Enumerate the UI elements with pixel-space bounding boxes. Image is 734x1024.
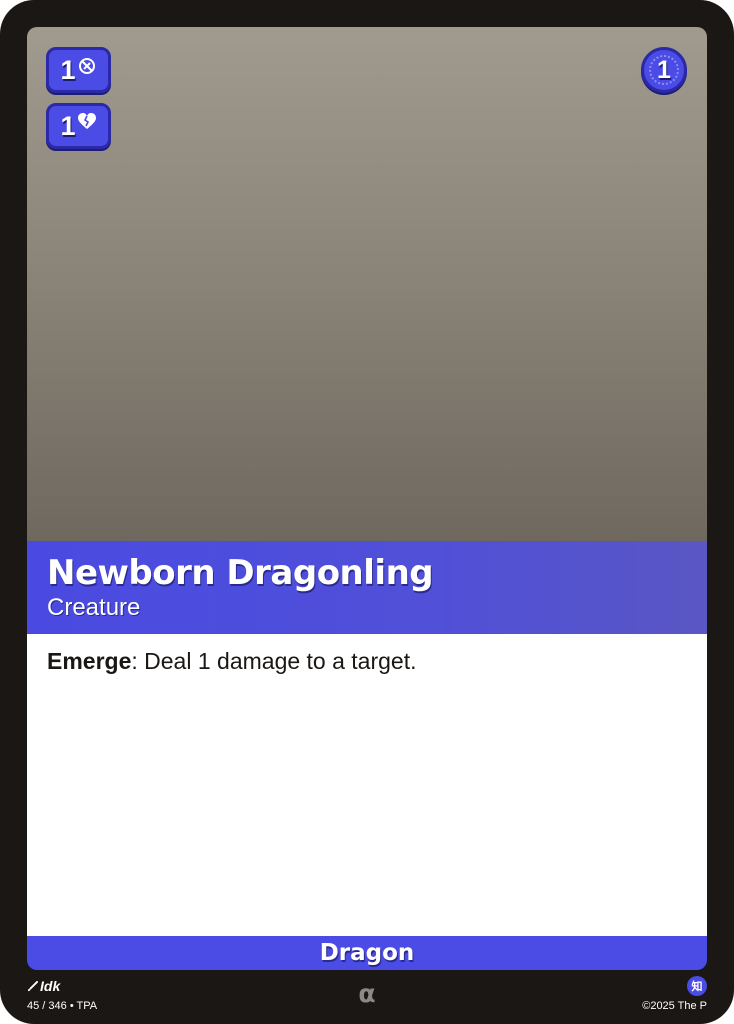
subtype-bar: Dragon bbox=[27, 936, 707, 970]
no-sword-icon bbox=[78, 58, 95, 74]
cost-value: 1 bbox=[657, 55, 671, 84]
health-badge: 1 bbox=[46, 103, 111, 149]
copyright: ©2025 The P bbox=[642, 1000, 707, 1012]
artist-name: Idk bbox=[40, 978, 61, 994]
ability-text: Deal 1 damage to a target. bbox=[137, 648, 417, 674]
footer-right: 知 ©2025 The P bbox=[642, 976, 707, 1012]
broken-heart-icon bbox=[77, 113, 96, 129]
attack-value: 1 bbox=[60, 54, 76, 85]
keyword-emerge: Emerge bbox=[47, 648, 132, 674]
rules-text: Emerge: Deal 1 damage to a target. bbox=[47, 648, 687, 675]
health-value: 1 bbox=[60, 110, 76, 141]
cost-badge: 1 bbox=[641, 47, 687, 93]
rarity-icon: α bbox=[358, 979, 376, 1008]
name-bar: Newborn Dragonling Creature bbox=[27, 541, 707, 634]
card-art bbox=[27, 27, 707, 542]
brush-icon bbox=[27, 980, 38, 991]
card-type: Creature bbox=[47, 594, 141, 621]
card-subtype: Dragon bbox=[319, 940, 415, 966]
collector-number: 45 / 346 • TPA bbox=[27, 1000, 98, 1012]
set-icon: 知 bbox=[687, 976, 707, 996]
game-card[interactable]: 1 1 1 Newborn Dragonling Creature Emerge… bbox=[0, 0, 734, 1024]
attack-badge: 1 bbox=[46, 47, 111, 93]
rules-text-box: Emerge: Deal 1 damage to a target. bbox=[27, 634, 707, 936]
artist-credit: Idk bbox=[27, 978, 97, 994]
footer-left: Idk 45 / 346 • TPA bbox=[27, 978, 97, 1012]
card-name: Newborn Dragonling bbox=[47, 553, 434, 593]
